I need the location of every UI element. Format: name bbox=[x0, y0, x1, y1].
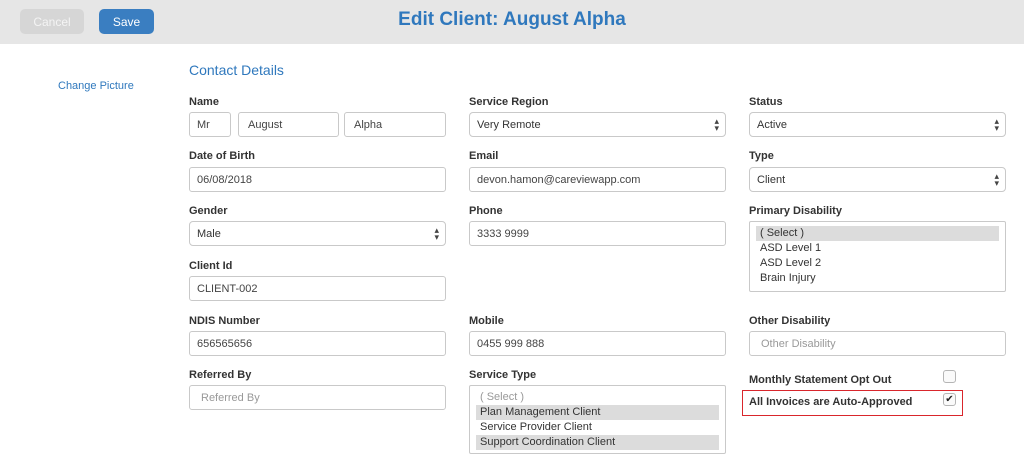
service-type-listbox[interactable]: ( Select ) Plan Management Client Servic… bbox=[469, 385, 726, 454]
type-label: Type bbox=[749, 150, 774, 162]
gender-select[interactable]: Male ▴ ▾ bbox=[189, 221, 446, 246]
primary-disability-option[interactable]: ASD Level 2 bbox=[756, 256, 999, 271]
mobile-label: Mobile bbox=[469, 315, 504, 327]
service-region-select[interactable]: Very Remote ▴ ▾ bbox=[469, 112, 726, 137]
service-type-option[interactable]: Service Provider Client bbox=[476, 420, 719, 435]
primary-disability-option[interactable]: Brain Injury bbox=[756, 271, 999, 286]
top-toolbar: Cancel Save Edit Client: August Alpha bbox=[0, 0, 1024, 44]
status-label: Status bbox=[749, 96, 783, 108]
primary-disability-option[interactable]: ASD Level 1 bbox=[756, 241, 999, 256]
dob-field[interactable]: 06/08/2018 bbox=[189, 167, 446, 192]
type-select[interactable]: Client ▴ ▾ bbox=[749, 167, 1006, 192]
select-arrows-icon: ▴ ▾ bbox=[994, 116, 999, 133]
other-disability-label: Other Disability bbox=[749, 315, 831, 327]
primary-disability-listbox[interactable]: ( Select ) ASD Level 1 ASD Level 2 Brain… bbox=[749, 221, 1006, 292]
auto-approved-checkbox[interactable]: ✔ bbox=[943, 393, 956, 406]
checkmark-icon: ✔ bbox=[945, 394, 954, 405]
monthly-statement-label: Monthly Statement Opt Out bbox=[749, 374, 892, 386]
select-arrows-icon: ▴ ▾ bbox=[994, 171, 999, 188]
gender-value: Male bbox=[197, 227, 221, 240]
service-type-option[interactable]: ( Select ) bbox=[476, 390, 719, 405]
referred-by-label: Referred By bbox=[189, 369, 252, 381]
section-title: Contact Details bbox=[189, 62, 284, 78]
service-type-option[interactable]: Plan Management Client bbox=[476, 405, 719, 420]
status-select[interactable]: Active ▴ ▾ bbox=[749, 112, 1006, 137]
gender-label: Gender bbox=[189, 205, 228, 217]
referred-by-field[interactable]: Referred By bbox=[189, 385, 446, 410]
last-name-field[interactable]: Alpha bbox=[344, 112, 446, 137]
page-title: Edit Client: August Alpha bbox=[398, 9, 626, 30]
service-type-label: Service Type bbox=[469, 369, 537, 381]
primary-disability-option[interactable]: ( Select ) bbox=[756, 226, 999, 241]
phone-field[interactable]: 3333 9999 bbox=[469, 221, 726, 246]
select-arrows-icon: ▴ ▾ bbox=[714, 116, 719, 133]
service-region-label: Service Region bbox=[469, 96, 549, 108]
email-field[interactable]: devon.hamon@careviewapp.com bbox=[469, 167, 726, 192]
name-label: Name bbox=[189, 96, 219, 108]
first-name-field[interactable]: August bbox=[238, 112, 339, 137]
type-value: Client bbox=[757, 173, 786, 186]
client-id-label: Client Id bbox=[189, 260, 233, 272]
auto-approved-label: All Invoices are Auto-Approved bbox=[749, 396, 913, 408]
service-region-value: Very Remote bbox=[477, 118, 541, 131]
dob-label: Date of Birth bbox=[189, 150, 255, 162]
ndis-field[interactable]: 656565656 bbox=[189, 331, 446, 356]
change-picture-link[interactable]: Change Picture bbox=[58, 80, 134, 92]
select-arrows-icon: ▴ ▾ bbox=[434, 225, 439, 242]
other-disability-field[interactable]: Other Disability bbox=[749, 331, 1006, 356]
client-id-field[interactable]: CLIENT-002 bbox=[189, 276, 446, 301]
service-type-option[interactable]: Support Coordination Client bbox=[476, 435, 719, 450]
phone-label: Phone bbox=[469, 205, 503, 217]
name-title-field[interactable]: Mr bbox=[189, 112, 231, 137]
primary-disability-label: Primary Disability bbox=[749, 205, 842, 217]
status-value: Active bbox=[757, 118, 787, 131]
mobile-field[interactable]: 0455 999 888 bbox=[469, 331, 726, 356]
ndis-label: NDIS Number bbox=[189, 315, 260, 327]
email-label: Email bbox=[469, 150, 499, 162]
monthly-statement-checkbox[interactable] bbox=[943, 370, 956, 383]
